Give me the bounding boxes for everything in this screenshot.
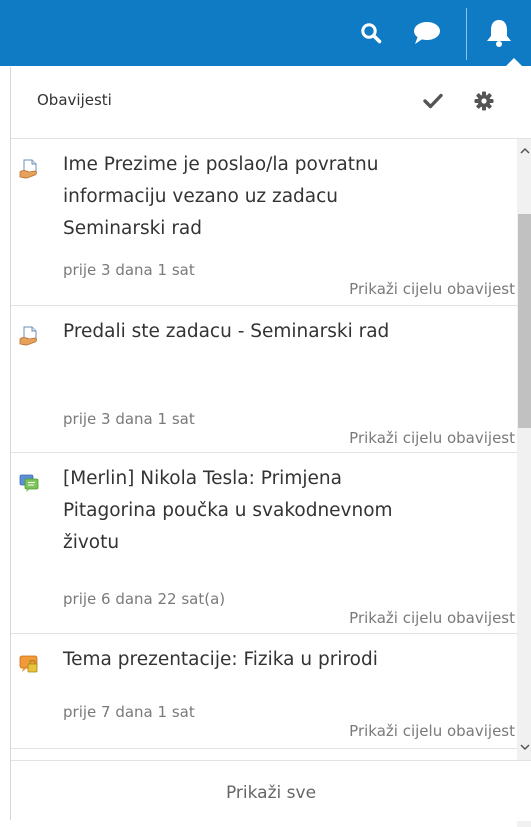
notification-item[interactable]: Predali ste zadacu - Seminarski rad prij…: [11, 306, 517, 453]
assign-icon: [19, 326, 39, 346]
scroll-down-icon[interactable]: [519, 741, 530, 752]
notification-time: prije 3 dana 1 sat: [63, 261, 195, 279]
notification-item[interactable]: Tema prezentacije: Fizika u prirodi prij…: [11, 634, 517, 749]
notification-time: prije 7 dana 1 sat: [63, 703, 195, 721]
notification-time: prije 3 dana 1 sat: [63, 410, 195, 428]
scroll-up-icon[interactable]: [519, 145, 530, 156]
notification-item[interactable]: Ime Prezime je poslao/la povratnu inform…: [11, 139, 517, 306]
check-icon[interactable]: [421, 89, 445, 113]
chat-icon[interactable]: [410, 0, 444, 66]
view-full-notification-link[interactable]: Prikaži cijelu obavijest: [349, 609, 515, 627]
chat-lock-icon: [19, 654, 39, 674]
popover-caret: [505, 58, 523, 67]
notification-time: prije 6 dana 22 sat(a): [63, 590, 226, 608]
navbar-separator: [466, 8, 467, 60]
view-full-notification-link[interactable]: Prikaži cijelu obavijest: [349, 722, 515, 740]
show-all-link[interactable]: Prikaži sve: [11, 783, 531, 803]
forum-icon: [19, 473, 39, 493]
notification-popover: Obavijesti Ime Prezime je poslao/la povr…: [10, 67, 531, 827]
view-full-notification-link[interactable]: Prikaži cijelu obavijest: [349, 429, 515, 447]
notification-title: Ime Prezime je poslao/la povratnu inform…: [63, 154, 379, 239]
popover-footer: Prikaži sve: [11, 760, 531, 821]
notification-item[interactable]: [Merlin] Nikola Tesla: Primjena Pitagori…: [11, 453, 517, 634]
popover-header: Obavijesti: [11, 67, 531, 139]
bell-icon[interactable]: [482, 0, 516, 66]
notification-title: Tema prezentacije: Fizika u prirodi: [63, 649, 378, 670]
assign-icon: [19, 159, 39, 179]
popover-title: Obavijesti: [37, 91, 112, 109]
scrollbar-thumb[interactable]: [518, 214, 531, 428]
gear-icon[interactable]: [472, 89, 496, 113]
notification-title: Predali ste zadacu - Seminarski rad: [63, 321, 390, 342]
view-full-notification-link[interactable]: Prikaži cijelu obavijest: [349, 280, 515, 298]
search-icon[interactable]: [356, 0, 386, 66]
notification-list: Ime Prezime je poslao/la povratnu inform…: [11, 139, 531, 815]
top-navbar: [0, 0, 531, 67]
notification-title: [Merlin] Nikola Tesla: Primjena Pitagori…: [63, 468, 393, 553]
